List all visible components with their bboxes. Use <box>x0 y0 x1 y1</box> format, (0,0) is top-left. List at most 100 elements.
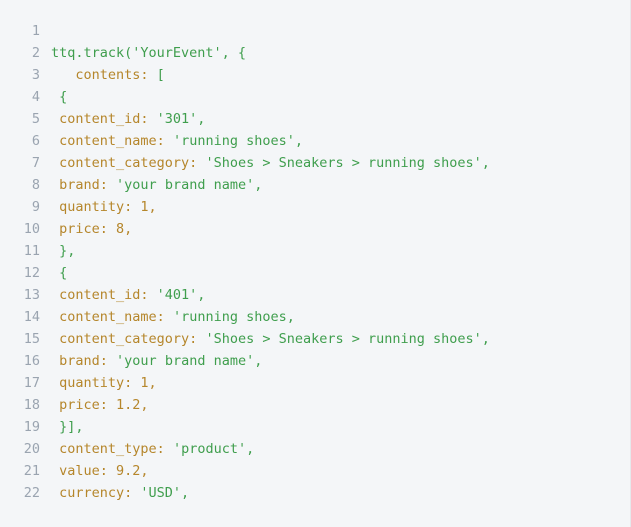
code-token-key: : <box>124 375 141 391</box>
line-number: 2 <box>31 45 40 61</box>
code-line: 22 currency: 'USD', <box>0 482 630 504</box>
code-token-num: 8, <box>116 221 133 237</box>
code-token-key: : <box>99 221 117 237</box>
code-line-content: { <box>40 262 630 284</box>
code-line: 13 content_id: '401', <box>0 284 630 306</box>
code-line: 1 <box>0 20 630 42</box>
code-token-key: : <box>124 199 141 215</box>
code-token-key: content_id <box>51 287 141 303</box>
code-lines-container: 1 2 ttq.track('YourEvent', {3 contents: [4… <box>0 20 630 504</box>
code-token-num: 1, <box>140 375 157 391</box>
code-line: 21 value: 9.2, <box>0 460 630 482</box>
code-line: 16 brand: 'your brand name', <box>0 350 630 372</box>
code-token-punct: }, <box>51 243 76 259</box>
code-line: 10 price: 8, <box>0 218 630 240</box>
code-token-key: content_category <box>51 155 190 171</box>
line-number: 19 <box>23 419 40 435</box>
code-line-content: brand: 'your brand name', <box>40 350 630 372</box>
code-line-content: ttq.track('YourEvent', { <box>40 42 630 64</box>
code-token-key: : <box>124 485 141 501</box>
line-number: 6 <box>31 133 40 149</box>
code-token-string: 'your brand name', <box>116 177 263 193</box>
code-line-content: price: 8, <box>40 218 630 240</box>
line-number: 10 <box>23 221 40 237</box>
code-token-key: : <box>156 441 173 457</box>
code-line: 2 ttq.track('YourEvent', { <box>0 42 630 64</box>
code-line-content: }, <box>40 240 630 262</box>
line-number: 11 <box>23 243 40 259</box>
code-line-content: value: 9.2, <box>40 460 630 482</box>
code-token-string: 'Shoes > Sneakers > running shoes', <box>205 331 490 347</box>
code-token-key: : <box>140 287 157 303</box>
code-line-content: }], <box>40 416 630 438</box>
code-token-punct: [ <box>156 67 165 83</box>
code-token-punct: }], <box>51 419 84 435</box>
code-line: 17 quantity: 1, <box>0 372 630 394</box>
code-line: 19 }], <box>0 416 630 438</box>
code-token-key: price <box>51 221 100 237</box>
code-token-string: 'USD', <box>140 485 190 501</box>
line-number: 22 <box>23 485 40 501</box>
code-line: 12 { <box>0 262 630 284</box>
code-line-content: currency: 'USD', <box>40 482 630 504</box>
code-token-key: : <box>156 309 173 325</box>
code-token-string: 'Shoes > Sneakers > running shoes', <box>205 155 490 171</box>
code-token-key: : <box>156 133 173 149</box>
code-line-content: content_id: '301', <box>40 108 630 130</box>
line-number: 16 <box>23 353 40 369</box>
code-token-string: 'your brand name', <box>116 353 263 369</box>
code-line: 5 content_id: '301', <box>0 108 630 130</box>
code-line: 15 content_category: 'Shoes > Sneakers >… <box>0 328 630 350</box>
code-token-key: content_id <box>51 111 141 127</box>
code-token-key: content_type <box>51 441 157 457</box>
code-token-key: : <box>99 353 117 369</box>
line-number: 15 <box>23 331 40 347</box>
code-token-string: 'running shoes, <box>172 309 295 325</box>
code-line: 20 content_type: 'product', <box>0 438 630 460</box>
code-token-key: currency <box>51 485 125 501</box>
code-block[interactable]: 1 2 ttq.track('YourEvent', {3 contents: [4… <box>0 0 631 527</box>
code-token-key: content_category <box>51 331 190 347</box>
code-token-punct: { <box>51 89 68 105</box>
code-line-content: brand: 'your brand name', <box>40 174 630 196</box>
code-token-key: quantity <box>51 375 125 391</box>
code-token-key: contents <box>51 67 141 83</box>
code-line: 8 brand: 'your brand name', <box>0 174 630 196</box>
line-number: 9 <box>31 199 40 215</box>
code-token-key: brand <box>51 353 100 369</box>
line-number: 14 <box>23 309 40 325</box>
code-token-key: : <box>99 463 117 479</box>
code-token-key: : <box>99 397 117 413</box>
line-number: 3 <box>31 67 40 83</box>
code-line-content: quantity: 1, <box>40 372 630 394</box>
code-token-key: : <box>99 177 117 193</box>
code-token-key: quantity <box>51 199 125 215</box>
line-number: 13 <box>23 287 40 303</box>
code-line: 11 }, <box>0 240 630 262</box>
line-number: 12 <box>23 265 40 281</box>
line-number: 21 <box>23 463 40 479</box>
line-number: 4 <box>31 89 40 105</box>
code-line-content: content_category: 'Shoes > Sneakers > ru… <box>40 328 630 350</box>
code-token-key: brand <box>51 177 100 193</box>
line-number: 7 <box>31 155 40 171</box>
line-number: 1 <box>31 23 40 39</box>
code-token-key: : <box>140 67 157 83</box>
code-line: 4 { <box>0 86 630 108</box>
code-line: 18 price: 1.2, <box>0 394 630 416</box>
line-number: 8 <box>31 177 40 193</box>
code-line-content: content_name: 'running shoes', <box>40 130 630 152</box>
code-token-call: ttq.track('YourEvent', { <box>51 45 247 61</box>
line-number: 18 <box>23 397 40 413</box>
code-token-string: '401', <box>156 287 206 303</box>
code-token-string: '301', <box>156 111 206 127</box>
code-line-content: quantity: 1, <box>40 196 630 218</box>
code-line-content: content_name: 'running shoes, <box>40 306 630 328</box>
line-number: 20 <box>23 441 40 457</box>
line-number: 17 <box>23 375 40 391</box>
code-token-punct: { <box>51 265 68 281</box>
code-token-key: value <box>51 463 100 479</box>
code-line: 9 quantity: 1, <box>0 196 630 218</box>
code-line-content: content_type: 'product', <box>40 438 630 460</box>
code-token-key: price <box>51 397 100 413</box>
